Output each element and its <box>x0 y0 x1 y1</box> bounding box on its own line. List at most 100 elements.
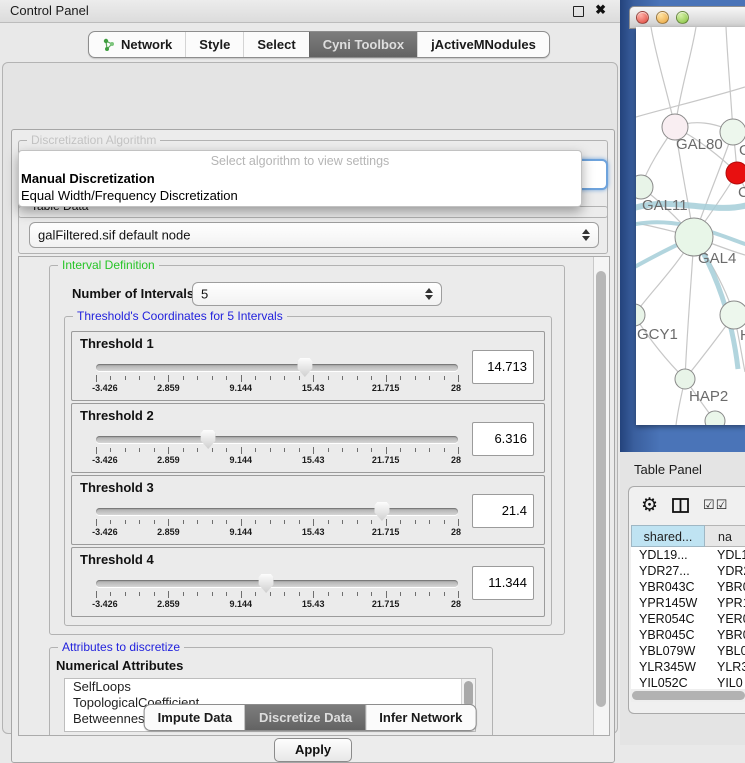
table-row[interactable]: YDR27...YDR2 <box>631 563 745 579</box>
tick-mark <box>110 592 111 596</box>
network-node-hap2[interactable] <box>675 369 695 389</box>
tick-mark <box>386 591 387 598</box>
network-node-h[interactable] <box>720 301 745 329</box>
settings-scrollbar[interactable] <box>593 257 609 735</box>
tab-label: Select <box>257 37 295 52</box>
table-data-combo[interactable]: galFiltered.sif default node <box>29 222 599 248</box>
tick-mark <box>313 519 314 526</box>
mac-minimize-button[interactable] <box>656 11 669 24</box>
table-row[interactable]: YPR145WYPR1 <box>631 595 745 611</box>
scale-label: 15.43 <box>302 383 325 393</box>
table-cell: YBR045C <box>631 627 711 643</box>
table-cell: YPR1 <box>711 595 745 611</box>
table-cell: YBR043C <box>631 579 711 595</box>
tab-label: Network <box>121 37 172 52</box>
tick-mark <box>270 520 271 524</box>
algorithm-option[interactable]: Equal Width/Frequency Discretization <box>19 187 581 204</box>
tick-mark <box>125 520 126 524</box>
node-label: GCY1 <box>637 326 678 343</box>
number-of-intervals-spinner[interactable]: 5 <box>192 282 442 306</box>
tick-mark <box>270 592 271 596</box>
slider-track[interactable] <box>96 364 458 371</box>
combo-value: galFiltered.sif default node <box>38 228 190 243</box>
tick-mark <box>125 448 126 452</box>
mac-close-button[interactable] <box>636 11 649 24</box>
network-node-gcy1[interactable] <box>636 304 645 326</box>
tick-mark <box>183 376 184 380</box>
node-label: C <box>738 184 745 201</box>
tab-discretize-data[interactable]: Discretize Data <box>245 705 365 730</box>
tick-mark <box>342 520 343 524</box>
threshold-value-field[interactable]: 21.4 <box>472 494 534 528</box>
table-column-header[interactable]: shared... <box>631 525 705 547</box>
slider-ticks <box>96 375 458 383</box>
table-row[interactable]: YBL079WYBL0 <box>631 643 745 659</box>
table-data-group: Table Data galFiltered.sif default node <box>18 206 608 254</box>
table-row[interactable]: YDL19...YDL1 <box>631 547 745 563</box>
apply-button[interactable]: Apply <box>274 738 352 762</box>
table-column-header[interactable]: na <box>705 525 745 547</box>
threshold-slider-4[interactable]: -3.4262.8599.14415.4321.71528 <box>96 572 458 612</box>
slider-track[interactable] <box>96 436 458 443</box>
tick-mark <box>415 448 416 452</box>
slider-track[interactable] <box>96 580 458 587</box>
network-edge <box>636 315 685 379</box>
tab-jactivemnodules[interactable]: jActiveMNodules <box>417 32 549 57</box>
table-row[interactable]: YER054CYER0 <box>631 611 745 627</box>
tick-mark <box>212 592 213 596</box>
network-node-c[interactable] <box>726 162 745 184</box>
slider-ticks <box>96 447 458 455</box>
table-row[interactable]: YIL052CYIL0 <box>631 675 745 689</box>
network-node[interactable] <box>705 411 725 425</box>
tick-mark <box>197 592 198 596</box>
table-horizontal-scrollbar[interactable] <box>631 689 745 702</box>
scale-label: -3.426 <box>92 599 118 609</box>
algorithm-dropdown-popup: Select algorithm to view settings Manual… <box>18 150 582 207</box>
threshold-label: Threshold 3 <box>80 480 154 495</box>
tab-style[interactable]: Style <box>185 32 243 57</box>
slider-track[interactable] <box>96 508 458 515</box>
close-icon[interactable]: ✖ <box>595 2 606 18</box>
network-canvas[interactable]: GAL80GACGAL11GAL4GCY1HHAP2 <box>636 27 745 425</box>
split-pane-icon[interactable] <box>672 498 689 513</box>
threshold-panel-3: Threshold 3 -3.4262.8599.14415.4321.71528… <box>71 475 545 545</box>
threshold-value-field[interactable]: 11.344 <box>472 566 534 600</box>
algorithm-option[interactable]: Manual Discretization <box>19 170 581 187</box>
select-columns-icon[interactable]: ☑☑ <box>703 497 728 513</box>
top-tabbar: Network Style Select Cyni ToolboxjActiveMNo… <box>88 31 550 58</box>
tab-impute-data[interactable]: Impute Data <box>145 705 245 730</box>
table-row[interactable]: YBR045CYBR0 <box>631 627 745 643</box>
threshold-slider-2[interactable]: -3.4262.8599.14415.4321.71528 <box>96 428 458 468</box>
mac-zoom-button[interactable] <box>676 11 689 24</box>
tick-mark <box>168 519 169 526</box>
threshold-value-field[interactable]: 6.316 <box>472 422 534 456</box>
network-node-gal11[interactable] <box>636 175 653 199</box>
tab-infer-network[interactable]: Infer Network <box>365 705 475 730</box>
threshold-value-field[interactable]: 14.713 <box>472 350 534 384</box>
node-label: HAP2 <box>689 388 728 405</box>
bottom-tabbar: Impute DataDiscretize DataInfer Network <box>144 704 477 731</box>
gear-icon[interactable]: ⚙ <box>641 496 658 515</box>
attribute-list-item[interactable]: SelfLoops <box>65 679 475 695</box>
tick-mark <box>357 520 358 524</box>
tick-mark <box>313 375 314 382</box>
threshold-label: Threshold 2 <box>80 408 154 423</box>
tick-mark <box>444 520 445 524</box>
tab-network[interactable]: Network <box>89 32 185 57</box>
tab-cyni-toolbox[interactable]: Cyni Toolbox <box>309 32 417 57</box>
threshold-slider-1[interactable]: -3.4262.8599.14415.4321.71528 <box>96 356 458 396</box>
tick-mark <box>284 592 285 596</box>
threshold-panel-1: Threshold 1-3.4262.8599.14415.4321.71528… <box>71 331 545 401</box>
table-cell: YDL1 <box>711 547 745 563</box>
node-label: GAL11 <box>642 197 688 214</box>
tick-mark <box>415 376 416 380</box>
threshold-slider-3[interactable]: -3.4262.8599.14415.4321.71528 <box>96 500 458 540</box>
tick-mark <box>197 448 198 452</box>
tick-mark <box>299 448 300 452</box>
table-cell: YDR27... <box>631 563 711 579</box>
table-row[interactable]: YLR345WYLR3 <box>631 659 745 675</box>
float-window-icon[interactable] <box>573 6 584 17</box>
tab-select[interactable]: Select <box>243 32 308 57</box>
interval-definition-group: Interval Definition Number of Intervals … <box>49 265 565 635</box>
table-row[interactable]: YBR043CYBR0 <box>631 579 745 595</box>
